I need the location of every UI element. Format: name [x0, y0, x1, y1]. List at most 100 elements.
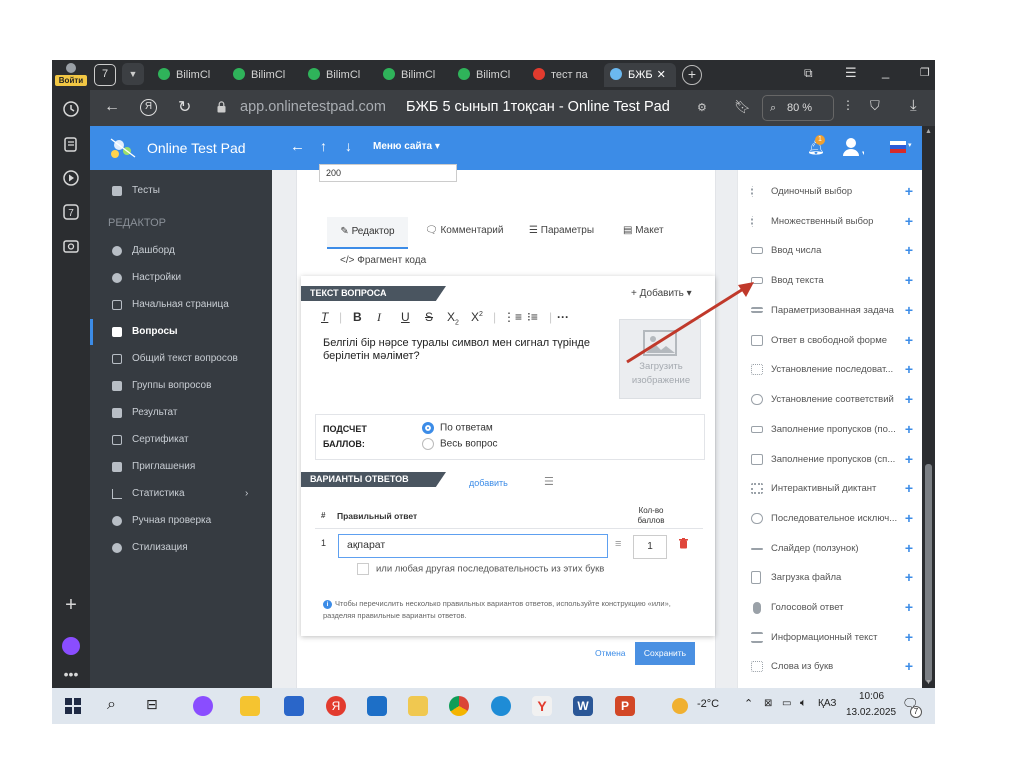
plus-icon[interactable]: + [905, 207, 913, 236]
language-indicator[interactable]: ҚАЗ [818, 698, 836, 709]
plus-icon[interactable]: + [905, 563, 913, 592]
new-tab-icon[interactable]: + [682, 65, 702, 85]
plus-icon[interactable]: + [905, 623, 913, 652]
plus-icon[interactable]: + [905, 296, 913, 325]
qtype-slider[interactable]: Слайдер (ползунок) + [738, 534, 923, 563]
bookmark-icon[interactable]: 🔖︎ [734, 99, 751, 115]
scroll-up-icon[interactable]: ▲ [925, 128, 932, 135]
nav-back-icon[interactable]: ← [290, 138, 305, 155]
qtype-free-form[interactable]: Ответ в свободной форме + [738, 326, 923, 355]
logo-text[interactable]: Online Test Pad [147, 140, 246, 156]
sidebar-item-invitations[interactable]: Приглашения [90, 454, 272, 480]
menu-icon[interactable]: ☰ [845, 65, 857, 81]
sidebar-item-manual-check[interactable]: Ручная проверка [90, 508, 272, 534]
plus-icon[interactable]: + [905, 593, 913, 622]
sidebar-item-dashboard[interactable]: Дашборд [90, 238, 272, 264]
page-scrollbar[interactable]: ▲ ▼ [922, 126, 935, 688]
word-icon[interactable]: W [573, 696, 593, 716]
chevron-up-icon[interactable]: ⌃ [744, 697, 753, 710]
sidebar-item-settings[interactable]: Настройки [90, 265, 272, 291]
collections-icon[interactable] [62, 135, 80, 153]
radio-whole-question[interactable]: Весь вопрос [422, 438, 498, 450]
tab-bilimclass-2[interactable]: BilimCl [233, 63, 301, 87]
qtype-number-input[interactable]: Ввод числа + [738, 236, 923, 265]
play-icon[interactable] [62, 169, 80, 187]
add-answer-link[interactable]: добавить [469, 478, 508, 488]
file-explorer-icon[interactable] [240, 696, 260, 716]
tab-bilimclass-1[interactable]: BilimCl [158, 63, 226, 87]
tab-counter[interactable]: 7 [94, 64, 116, 86]
lock-icon[interactable] [217, 100, 226, 113]
scrollbar-thumb[interactable] [925, 464, 932, 682]
bookmarks-icon[interactable]: ⧉ [804, 66, 813, 81]
qtype-parameterized[interactable]: Параметризованная задача + [738, 296, 923, 325]
save-button[interactable]: Сохранить [635, 642, 695, 665]
caret-down-icon[interactable]: ▾ [908, 141, 912, 149]
sidebar-item-tests[interactable]: Тесты [90, 178, 272, 204]
clock-date[interactable]: 13.02.2025 [836, 707, 906, 718]
store-icon[interactable] [284, 696, 304, 716]
history-icon[interactable] [62, 100, 80, 118]
more-vertical-icon[interactable]: ⋮ [842, 98, 854, 112]
tab-layout[interactable]: ▤ Макет [623, 225, 664, 236]
scroll-down-icon[interactable]: ▼ [925, 679, 932, 686]
qtype-interactive-dictation[interactable]: Интерактивный диктант + [738, 474, 923, 503]
qtype-fill-gaps-1[interactable]: Заполнение пропусков (по... + [738, 415, 923, 444]
plus-icon[interactable]: + [905, 355, 913, 384]
answer-input[interactable]: ақпарат [338, 534, 608, 558]
sidebar-item-start-page[interactable]: Начальная страница [90, 292, 272, 318]
plus-icon[interactable]: + [905, 504, 913, 533]
qtype-text-input[interactable]: Ввод текста + [738, 266, 923, 295]
powerpoint-icon[interactable]: P [615, 696, 635, 716]
weather-icon[interactable] [672, 698, 688, 714]
logo-icon[interactable] [105, 133, 141, 163]
list-icon[interactable]: ☰ [544, 475, 554, 488]
tab-bilimclass-3[interactable]: BilimCl [308, 63, 376, 87]
flag-ru-icon[interactable] [890, 141, 906, 153]
points-input[interactable]: 1 [633, 535, 667, 559]
tab-bilimclass-5[interactable]: BilimCl [458, 63, 526, 87]
sidebar-item-statistics[interactable]: Статистика › [90, 481, 272, 507]
edge-icon[interactable] [491, 696, 511, 716]
download-icon[interactable]: ⤓ [910, 97, 917, 114]
tab-bilimclass-4[interactable]: BilimCl [383, 63, 451, 87]
qtype-single-choice[interactable]: Одиночный выбор + [738, 177, 923, 206]
tray-icon[interactable]: ⊠ [764, 698, 772, 709]
screenshot-icon[interactable] [62, 237, 80, 255]
plus-icon[interactable]: + [905, 385, 913, 414]
back-icon[interactable]: ← [104, 98, 120, 116]
plus-icon[interactable]: + [905, 326, 913, 355]
any-sequence-checkbox[interactable]: или любая другая последовательность из э… [357, 563, 604, 575]
plus-icon[interactable]: + [905, 652, 913, 681]
nav-up-icon[interactable]: ↑ [320, 138, 327, 154]
yandex-browser-icon[interactable]: Я [326, 696, 346, 716]
login-button[interactable]: Войти [55, 63, 87, 87]
radio-by-answers[interactable]: По ответам [422, 422, 493, 434]
url-text[interactable]: app.onlinetestpad.com [240, 99, 386, 115]
zoom-indicator[interactable]: ⌕ 80 % [762, 95, 834, 121]
italic-icon[interactable]: I [377, 310, 381, 325]
restore-icon[interactable]: ❐ [920, 66, 930, 79]
sidebar-item-styling[interactable]: Стилизация [90, 535, 272, 561]
qtype-voice[interactable]: Голосовой ответ + [738, 593, 923, 622]
sidebar-item-question-groups[interactable]: Группы вопросов [90, 373, 272, 399]
plus-icon[interactable]: + [905, 534, 913, 563]
qtype-file-upload[interactable]: Загрузка файла + [738, 563, 923, 592]
chevron-down-icon[interactable]: ▼ [122, 63, 144, 85]
yandex-logo-icon[interactable]: Я [140, 99, 157, 116]
ordered-list-icon[interactable]: ⋮≡ [503, 310, 522, 324]
sidebar-item-common-text[interactable]: Общий текст вопросов [90, 346, 272, 372]
plus-icon[interactable]: + [905, 266, 913, 295]
qtype-sequential-exclusion[interactable]: Последовательное исключ... + [738, 504, 923, 533]
windows-start-icon[interactable] [65, 698, 81, 714]
user-avatar-icon[interactable]: ▾ [842, 137, 866, 157]
sidebar-item-questions[interactable]: Вопросы [90, 319, 272, 345]
translate-icon[interactable]: ⚙ [697, 101, 707, 114]
tab-code-fragment[interactable]: </> Фрагмент кода [340, 255, 426, 266]
plus-icon[interactable]: + [905, 415, 913, 444]
qtype-words-from-letters[interactable]: Слова из букв + [738, 652, 923, 681]
underline-icon[interactable]: U [401, 310, 410, 324]
mail-icon[interactable] [367, 696, 387, 716]
close-icon[interactable]: ✕ [657, 69, 666, 81]
more-icon[interactable]: ••• [62, 665, 80, 683]
